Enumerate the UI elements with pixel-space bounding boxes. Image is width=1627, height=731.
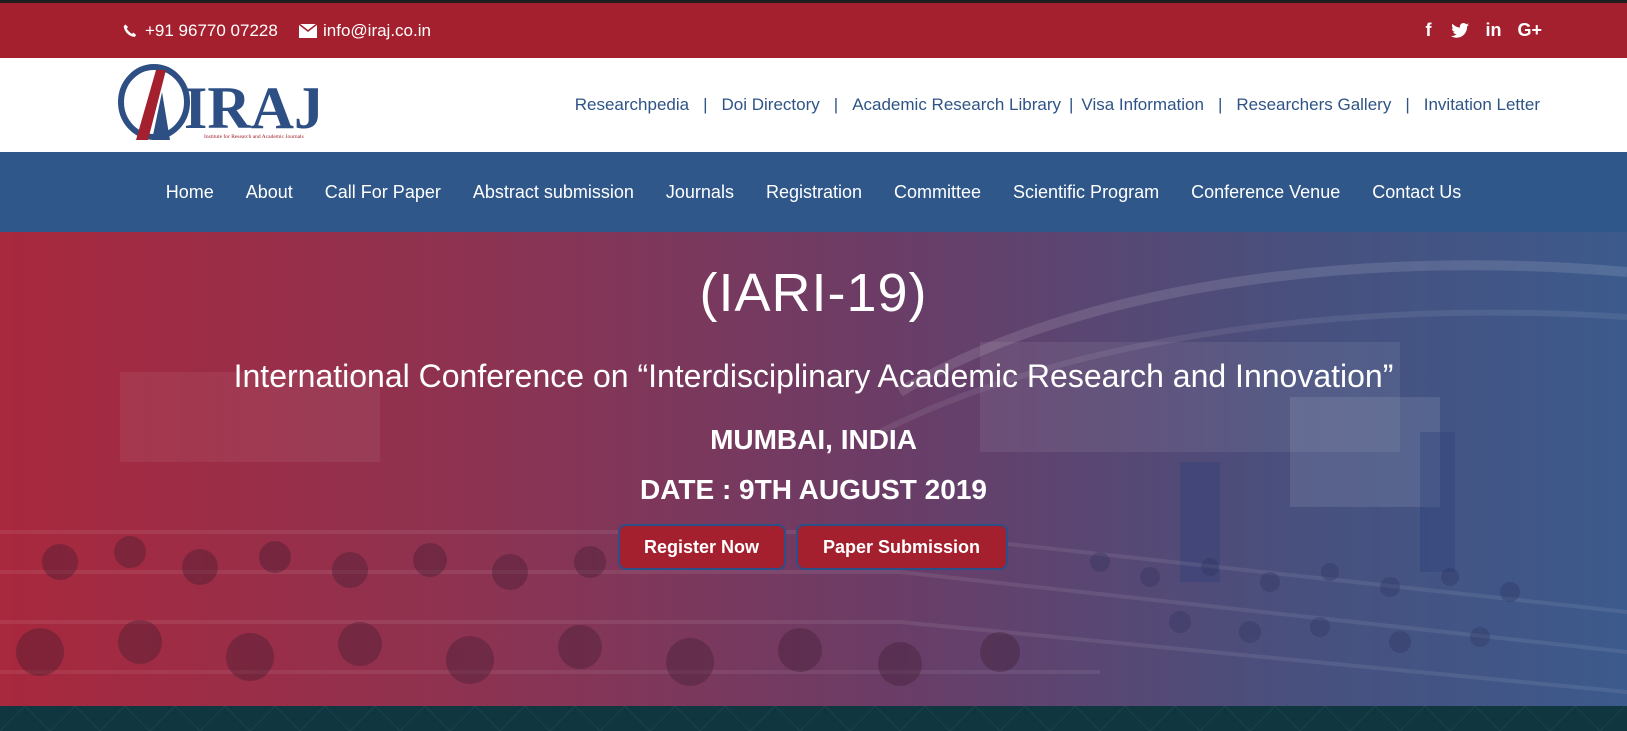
email-contact[interactable]: info@iraj.co.in: [298, 3, 431, 58]
link-separator: |: [833, 95, 839, 114]
nav-about[interactable]: About: [246, 182, 293, 203]
link-researchpedia[interactable]: Researchpedia: [575, 95, 689, 115]
link-separator: |: [1217, 95, 1223, 114]
conference-location: MUMBAI, INDIA: [710, 424, 917, 455]
facebook-icon[interactable]: f: [1421, 20, 1435, 41]
phone-number: +91 96770 07228: [145, 20, 278, 40]
nav-abstract-submission[interactable]: Abstract submission: [473, 182, 634, 203]
link-separator: |: [703, 95, 708, 114]
link-academic-research-library[interactable]: Academic Research Library: [852, 95, 1061, 115]
social-links: f in G+: [1421, 3, 1542, 58]
phone-contact[interactable]: +91 96770 07228: [120, 3, 278, 58]
email-address: info@iraj.co.in: [323, 20, 431, 40]
nav-call-for-paper[interactable]: Call For Paper: [325, 182, 441, 203]
envelope-icon: [298, 21, 318, 41]
conference-code: (IARI-19): [699, 263, 928, 323]
main-nav: Home About Call For Paper Abstract submi…: [0, 152, 1627, 232]
paper-submission-button[interactable]: Paper Submission: [795, 524, 1008, 570]
link-doi-directory[interactable]: Doi Directory: [722, 95, 820, 115]
register-now-button[interactable]: Register Now: [617, 524, 786, 570]
twitter-icon[interactable]: [1451, 23, 1470, 38]
nav-journals[interactable]: Journals: [666, 182, 734, 203]
link-invitation-letter[interactable]: Invitation Letter: [1424, 95, 1540, 115]
nav-contact-us[interactable]: Contact Us: [1372, 182, 1461, 203]
site-header: IRAJ Institute for Research and Academic…: [0, 58, 1627, 152]
linkedin-icon[interactable]: in: [1485, 20, 1501, 41]
conference-name: International Conference on “Interdiscip…: [233, 358, 1394, 394]
nav-registration[interactable]: Registration: [766, 182, 862, 203]
header-links: Researchpedia | Doi Directory | Academic…: [575, 58, 1540, 152]
svg-text:Institute for Research and Aca: Institute for Research and Academic Jour…: [204, 133, 304, 140]
nav-home[interactable]: Home: [166, 182, 214, 203]
link-separator: |: [1405, 95, 1410, 114]
link-researchers-gallery[interactable]: Researchers Gallery: [1236, 95, 1391, 115]
iraj-logo[interactable]: IRAJ Institute for Research and Academic…: [118, 62, 324, 146]
conference-date: DATE : 9TH AUGUST 2019: [640, 474, 987, 505]
section-strip: [0, 705, 1627, 731]
top-bar: +91 96770 07228 info@iraj.co.in f in G+: [0, 0, 1627, 58]
phone-icon: [120, 21, 140, 41]
hero-actions: Register Now Paper Submission: [0, 524, 1627, 570]
hero-banner: (IARI-19) International Conference on “I…: [0, 232, 1627, 706]
strip-pattern: [0, 705, 1626, 731]
link-visa-information[interactable]: Visa Information: [1081, 95, 1204, 115]
link-separator: |: [1069, 95, 1074, 114]
nav-committee[interactable]: Committee: [894, 182, 981, 203]
svg-text:IRAJ: IRAJ: [184, 75, 318, 141]
nav-scientific-program[interactable]: Scientific Program: [1013, 182, 1159, 203]
nav-conference-venue[interactable]: Conference Venue: [1191, 182, 1340, 203]
google-plus-icon[interactable]: G+: [1517, 20, 1542, 41]
